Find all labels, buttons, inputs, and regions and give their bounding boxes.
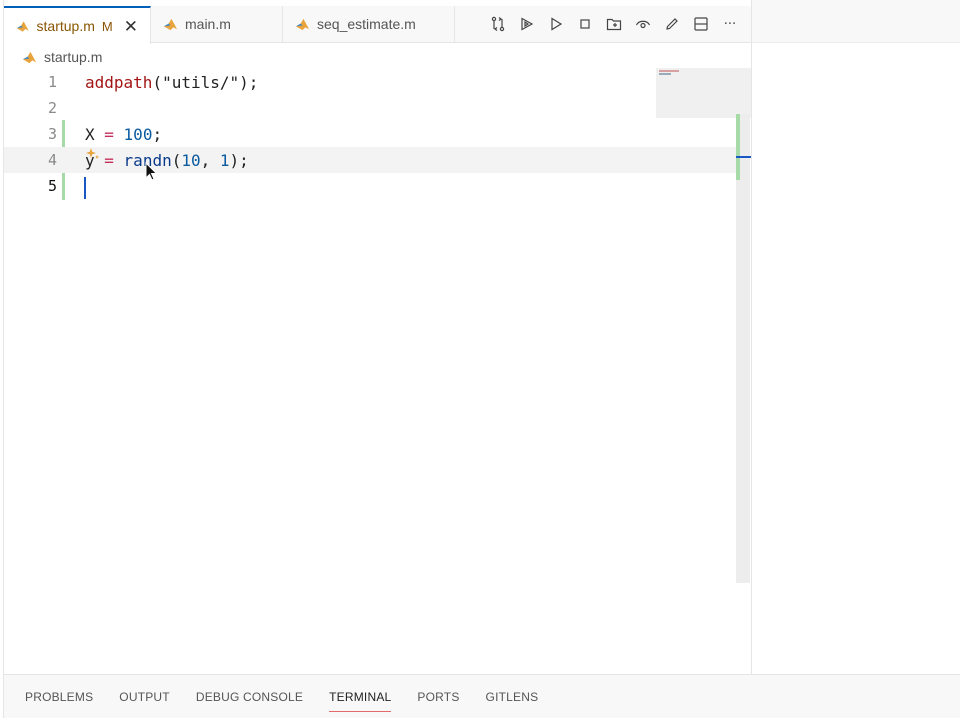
tab-main-m[interactable]: main.m (151, 6, 283, 42)
tab-label: startup.m (36, 18, 95, 34)
tab-terminal[interactable]: TERMINAL (320, 682, 400, 712)
line-number: 2 (47, 99, 57, 117)
code-line: 5 (4, 173, 736, 199)
line-number: 3 (47, 125, 57, 143)
code-text: X = 100; (85, 125, 162, 144)
paren-open: ( (171, 150, 182, 170)
line-number: 5 (47, 177, 57, 195)
number-literal: 1 (219, 150, 230, 170)
tab-label: seq_estimate.m (317, 16, 416, 32)
number-literal: 10 (181, 150, 201, 170)
tab-output[interactable]: OUTPUT (110, 682, 179, 712)
tab-seq-estimate-m[interactable]: seq_estimate.m (283, 6, 455, 42)
minimap-line (659, 73, 671, 75)
number-literal: 100 (123, 124, 153, 144)
paren-close: ); (229, 150, 249, 170)
minimap[interactable] (656, 68, 751, 118)
function-name: addpath (85, 72, 153, 92)
terminator: ; (152, 124, 163, 144)
breadcrumb: startup.m (22, 47, 102, 67)
code-text: addpath("utils/"); (85, 73, 258, 92)
line-number: 4 (47, 151, 57, 169)
bottom-panel: PROBLEMS OUTPUT DEBUG CONSOLE TERMINAL P… (4, 674, 960, 718)
tab-startup-m[interactable]: startup.m M ✕ (4, 6, 151, 44)
secondary-pane-header (752, 0, 960, 43)
copilot-sparkle-icon[interactable] (85, 147, 101, 163)
stop-icon[interactable] (574, 13, 596, 35)
mouse-pointer-icon (145, 162, 158, 181)
editor-actions: ··· (487, 6, 741, 42)
code-line: 1 addpath("utils/"); (4, 69, 736, 95)
matlab-file-icon (22, 51, 37, 63)
matlab-file-icon (295, 18, 310, 30)
operator: = (94, 124, 124, 144)
minimap-line (659, 70, 679, 72)
tab-label: main.m (185, 16, 231, 32)
secondary-editor-pane (752, 0, 960, 674)
text-cursor (84, 177, 86, 199)
scrollbar-change-marker (736, 114, 740, 180)
code-line: 4 y = randn(10, 1); (4, 147, 736, 173)
vscode-window: startup.m M ✕ main.m seq_estimate.m ··· … (0, 0, 960, 718)
code-text: y = randn(10, 1); (85, 151, 249, 170)
tab-problems[interactable]: PROBLEMS (16, 682, 102, 712)
split-editor-icon[interactable] (690, 13, 712, 35)
code-line: 2 (4, 95, 736, 121)
tab-ports[interactable]: PORTS (408, 682, 468, 712)
code-args: ("utils/"); (152, 72, 259, 92)
run-icon[interactable] (545, 13, 567, 35)
preview-icon[interactable] (632, 13, 654, 35)
modified-badge: M (101, 18, 113, 34)
code-line: 3 X = 100; (4, 121, 736, 147)
operator: = (104, 150, 124, 170)
matlab-file-icon (163, 18, 178, 30)
tab-gitlens[interactable]: GITLENS (477, 682, 548, 712)
compare-changes-icon[interactable] (487, 13, 509, 35)
open-folder-icon[interactable] (603, 13, 625, 35)
scrollbar-cursor-marker (736, 156, 751, 158)
edit-icon[interactable] (661, 13, 683, 35)
close-tab-icon[interactable]: ✕ (124, 18, 138, 35)
tab-debug-console[interactable]: DEBUG CONSOLE (187, 682, 312, 712)
matlab-file-icon (16, 20, 29, 32)
editor-tab-bar: startup.m M ✕ main.m seq_estimate.m ··· (4, 6, 751, 44)
variable-name: X (85, 124, 95, 144)
vertical-scrollbar[interactable] (736, 114, 750, 583)
code-editor[interactable]: 1 addpath("utils/"); 2 3 X = 100; 4 y = … (4, 68, 751, 674)
run-section-icon[interactable] (516, 13, 538, 35)
breadcrumb-file[interactable]: startup.m (44, 49, 102, 65)
more-actions-icon[interactable]: ··· (719, 13, 741, 35)
separator: , (200, 150, 220, 170)
line-number: 1 (47, 73, 57, 91)
